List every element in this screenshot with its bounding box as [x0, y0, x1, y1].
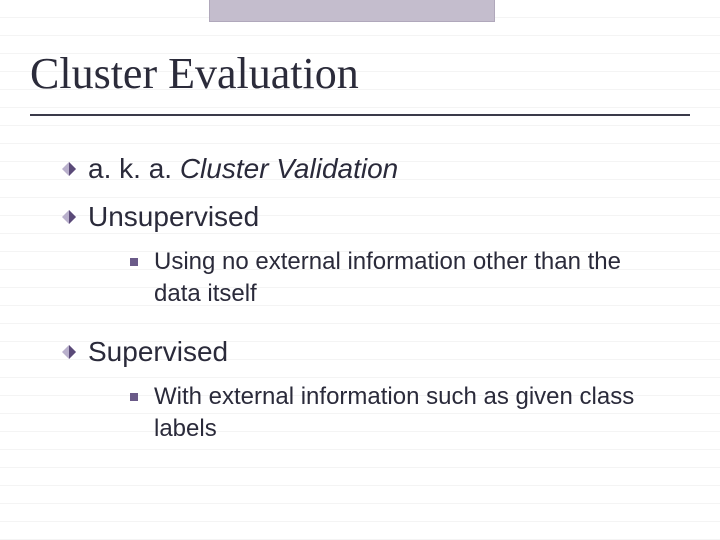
list-item: Unsupervised — [62, 198, 690, 236]
sub-list-item: Using no external information other than… — [130, 246, 660, 311]
list-item: Supervised — [62, 333, 690, 371]
list-item: a. k. a. Cluster Validation — [62, 150, 690, 188]
list-item-prefix: a. k. a. — [88, 153, 180, 184]
list-item-italic: Cluster Validation — [180, 153, 398, 184]
diamond-bullet-icon — [62, 210, 76, 224]
slide-title: Cluster Evaluation — [30, 50, 690, 98]
square-bullet-icon — [130, 258, 138, 266]
sub-list-item-text: With external information such as given … — [154, 381, 660, 446]
sub-list-item-text: Using no external information other than… — [154, 246, 660, 311]
list-item-text: Unsupervised — [88, 198, 259, 236]
list-item-prefix: Supervised — [88, 336, 228, 367]
square-bullet-icon — [130, 393, 138, 401]
list-item-text: Supervised — [88, 333, 228, 371]
list-item-text: a. k. a. Cluster Validation — [88, 150, 398, 188]
list-item-prefix: Unsupervised — [88, 201, 259, 232]
slide-content: Cluster Evaluation a. k. a. Cluster Vali… — [0, 0, 720, 481]
diamond-bullet-icon — [62, 162, 76, 176]
diamond-bullet-icon — [62, 345, 76, 359]
sub-list-item: With external information such as given … — [130, 381, 660, 446]
title-underline — [30, 114, 690, 116]
